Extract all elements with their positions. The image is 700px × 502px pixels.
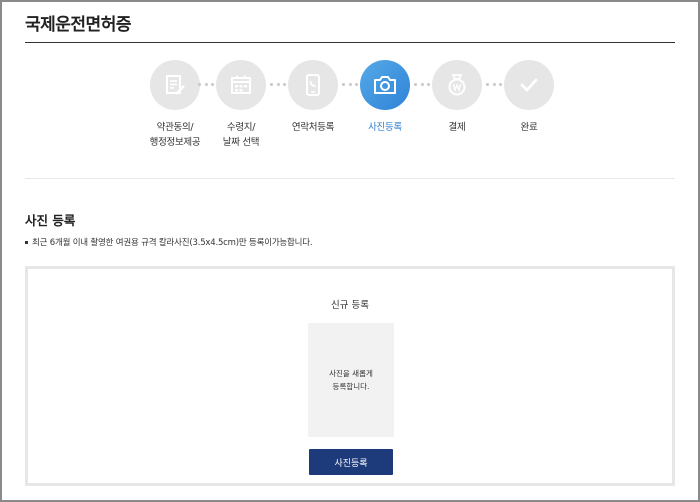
section-title: 사진 등록 — [25, 213, 76, 228]
camera-icon — [360, 60, 410, 110]
step-connector — [486, 83, 502, 87]
photo-placeholder[interactable]: 사진을 새롭게 등록합니다. — [308, 323, 394, 437]
photo-register-panel: 신규 등록 사진을 새롭게 등록합니다. 사진등록 — [25, 266, 675, 486]
checkmark-icon — [504, 60, 554, 110]
step-connector — [342, 83, 358, 87]
step-label: 완료 — [520, 122, 538, 133]
step-connector — [270, 83, 286, 87]
bullet-icon — [25, 240, 28, 244]
title-divider — [25, 42, 675, 43]
step-connector — [198, 83, 214, 87]
section-divider — [25, 178, 675, 179]
photo-notice: 최근 6개월 이내 촬영한 여권용 규격 칼라사진(3.5x4.5cm)만 등록… — [25, 236, 313, 248]
page-title: 국제운전면허증 — [25, 15, 131, 35]
phone-icon — [288, 60, 338, 110]
calendar-icon — [216, 60, 266, 110]
photo-placeholder-text: 사진을 새롭게 등록합니다. — [329, 369, 373, 391]
step-connector — [414, 83, 430, 87]
window-frame: 국제운전면허증 약관동의/ 행정정보제공 수령지/ 날짜 선택 연락처등록 사진… — [0, 0, 700, 502]
won-bag-icon — [432, 60, 482, 110]
progress-steps: 약관동의/ 행정정보제공 수령지/ 날짜 선택 연락처등록 사진등록 결제 완료 — [2, 60, 700, 160]
new-registration-title: 신규 등록 — [331, 300, 369, 311]
document-pen-icon — [150, 60, 200, 110]
notice-text: 최근 6개월 이내 촬영한 여권용 규격 칼라사진(3.5x4.5cm)만 등록… — [32, 238, 313, 248]
register-photo-button[interactable]: 사진등록 — [309, 449, 393, 475]
